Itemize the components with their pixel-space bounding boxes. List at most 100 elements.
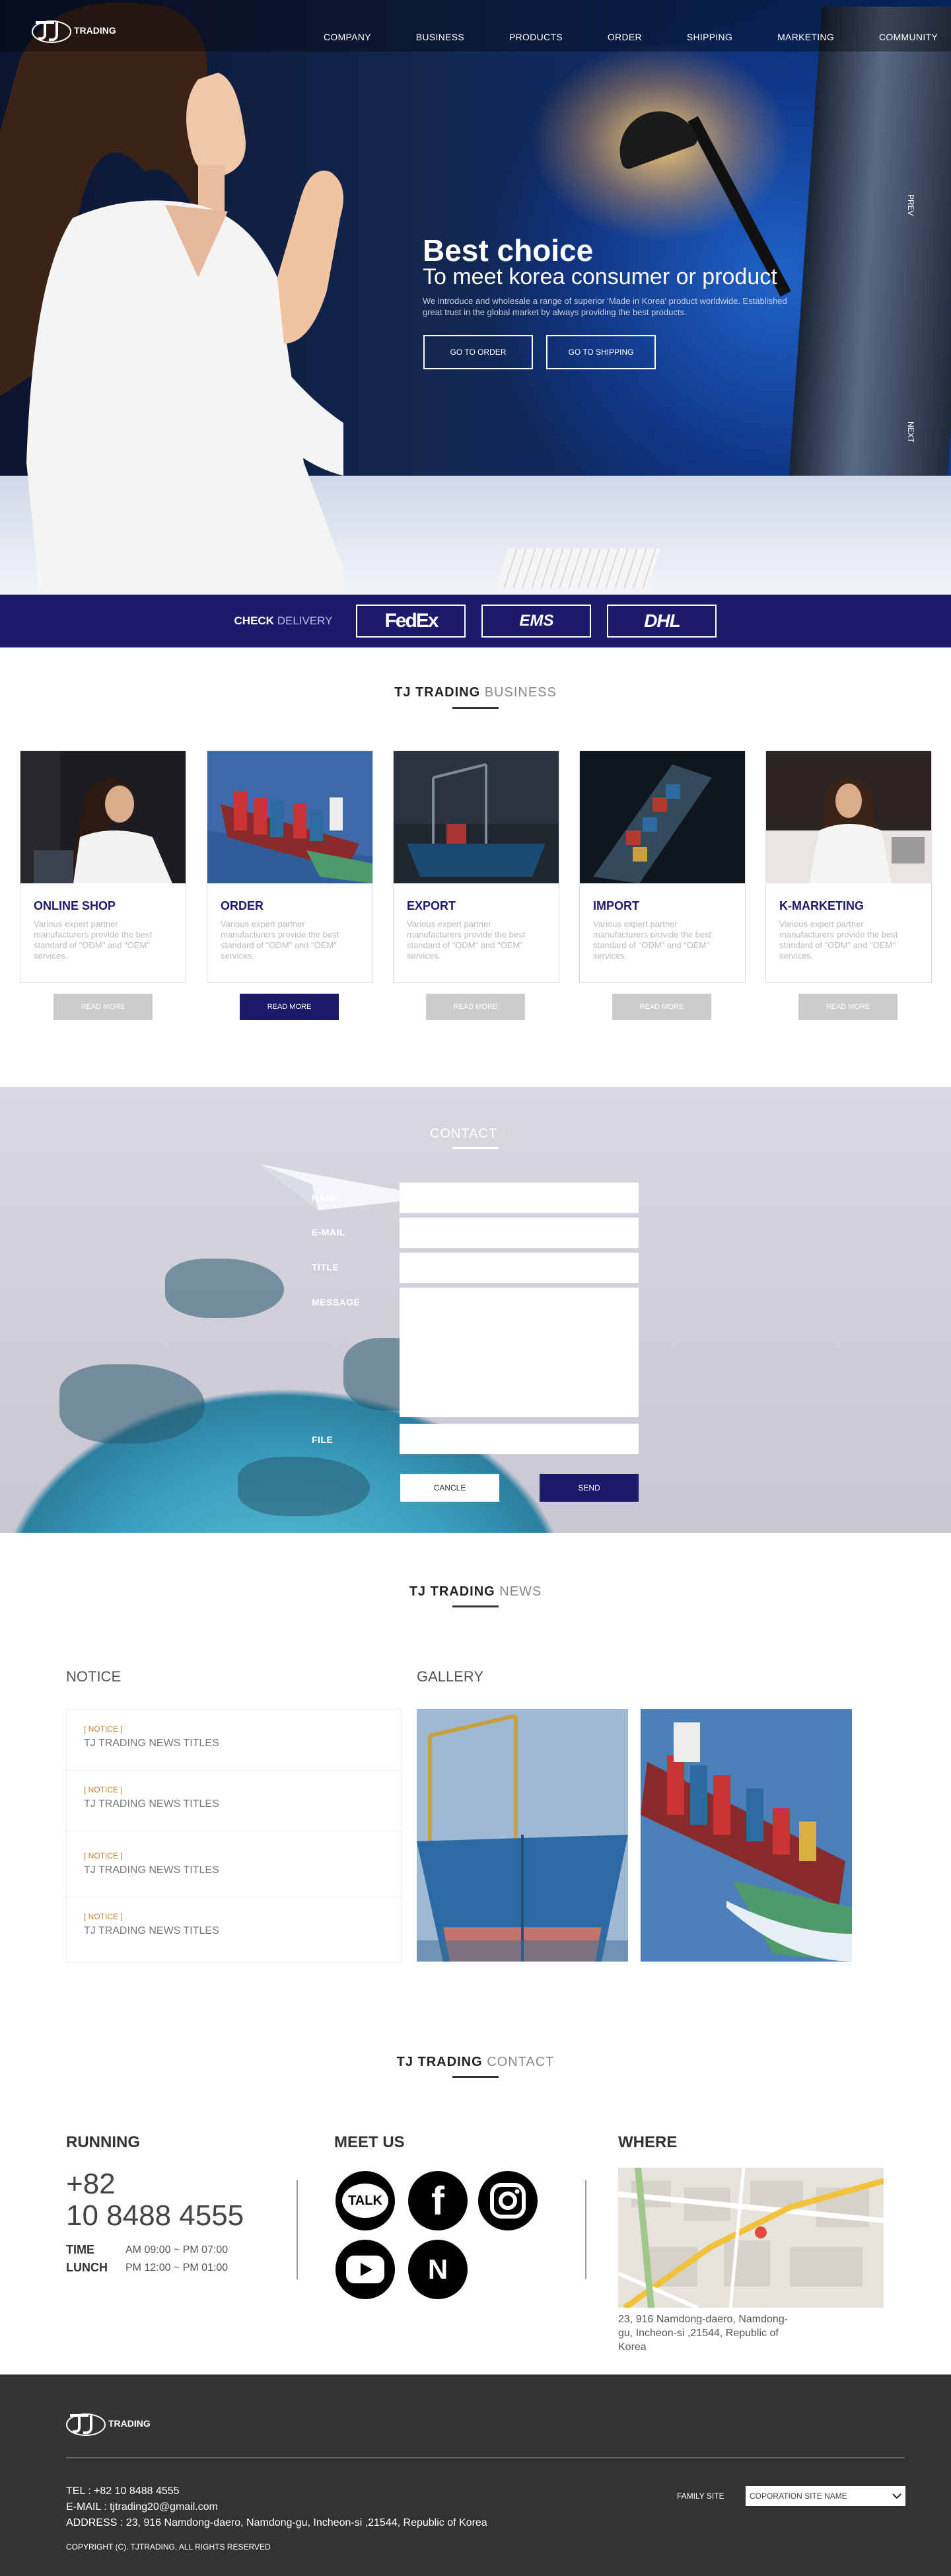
youtube-link[interactable]: [335, 2240, 395, 2299]
footer-copyright: COPYRIGHT (C). TJTRADING. ALL RIGHTS RES…: [66, 2542, 271, 2552]
family-site-label: FAMILY SITE: [677, 2491, 724, 2501]
where-heading: WHERE: [618, 2133, 678, 2151]
card-desc: Various expert partner manufacturers pro…: [779, 919, 898, 961]
facebook-icon: f: [431, 2178, 444, 2223]
logo-text: TRADING: [108, 2418, 151, 2429]
notice-item[interactable]: [ NOTICE ] TJ TRADING NEWS TITLES: [67, 1771, 401, 1831]
divider: [297, 2180, 298, 2279]
file-label: FILE: [312, 1434, 334, 1445]
meet-us-heading: MEET US: [334, 2133, 405, 2151]
read-more-button[interactable]: READ MORE: [240, 994, 339, 1020]
phone-line-2: 10 8488 4555: [66, 2199, 244, 2232]
footer-email: E-MAIL : tjtrading20@gmail.com: [66, 2501, 218, 2513]
card-title: ONLINE SHOP: [34, 899, 116, 912]
youtube-icon: [346, 2256, 384, 2283]
business-card-online-shop[interactable]: ONLINE SHOP Various expert partner manuf…: [20, 751, 186, 983]
business-card-k-marketing[interactable]: K-MARKETING Various expert partner manuf…: [765, 751, 932, 983]
phone-number: +82 10 8488 4555: [66, 2168, 244, 2232]
nav-shipping[interactable]: SHIPPING: [687, 32, 732, 42]
nav-order[interactable]: ORDER: [608, 32, 642, 42]
gallery-heading: GALLERY: [417, 1668, 484, 1685]
location-map[interactable]: [618, 2168, 884, 2308]
heading-underline: [452, 1605, 499, 1607]
tj-logo-icon: [66, 2413, 106, 2436]
card-title: IMPORT: [593, 899, 639, 912]
export-port-image: [394, 751, 559, 883]
facebook-link[interactable]: f: [408, 2171, 468, 2230]
gallery-image-container-ship[interactable]: [641, 1709, 852, 1962]
title-field[interactable]: [400, 1253, 639, 1283]
name-field[interactable]: [400, 1183, 639, 1213]
card-desc: Various expert partner manufacturers pro…: [407, 919, 526, 961]
read-more-button[interactable]: READ MORE: [53, 994, 153, 1020]
lamp-head-image: [608, 100, 699, 171]
message-label: MESSAGE: [312, 1297, 361, 1307]
business-card-order[interactable]: ORDER Various expert partner manufacture…: [207, 751, 373, 983]
go-to-shipping-button[interactable]: GO TO SHIPPING: [546, 335, 656, 369]
dhl-link[interactable]: DHL: [607, 605, 717, 638]
delivery-bar: CHECK DELIVERY FedEx EMS DHL: [0, 595, 951, 647]
family-site-select[interactable]: COPORATION SITE NAME: [746, 2486, 905, 2506]
gallery-image-ship-bow[interactable]: [417, 1709, 628, 1962]
notice-title: TJ TRADING NEWS TITLES: [84, 1864, 219, 1876]
card-desc: Various expert partner manufacturers pro…: [593, 919, 712, 961]
footer-tel: TEL : +82 10 8488 4555: [66, 2485, 180, 2497]
notice-tag: [ NOTICE ]: [84, 1912, 123, 1921]
notice-title: TJ TRADING NEWS TITLES: [84, 1925, 219, 1936]
site-logo[interactable]: TRADING: [32, 17, 116, 44]
heading-underline: [452, 2076, 499, 2078]
slider-prev[interactable]: PREV: [906, 194, 915, 216]
name-label: NAME: [312, 1193, 341, 1203]
footer-logo[interactable]: TRADING: [66, 2410, 151, 2437]
check-delivery-label: CHECK DELIVERY: [234, 614, 333, 627]
email-field[interactable]: [400, 1218, 639, 1248]
running-heading: RUNNING: [66, 2133, 140, 2151]
heading-underline: [452, 1147, 499, 1149]
nav-business[interactable]: BUSINESS: [416, 32, 464, 42]
kakaotalk-link[interactable]: TALK: [335, 2171, 395, 2230]
woman-photo: [0, 2, 343, 595]
lunch-label: LUNCH: [66, 2261, 108, 2274]
order-ship-image: [207, 751, 372, 883]
naver-link[interactable]: N: [408, 2240, 468, 2299]
ems-link[interactable]: EMS: [481, 605, 592, 638]
file-field[interactable]: [400, 1424, 639, 1454]
nav-bar: [0, 0, 951, 52]
notice-title: TJ TRADING NEWS TITLES: [84, 1798, 219, 1810]
notice-title: TJ TRADING NEWS TITLES: [84, 1738, 219, 1749]
go-to-order-button[interactable]: GO TO ORDER: [423, 335, 533, 369]
footer-divider: [66, 2457, 905, 2458]
news-heading: TJ TRADING NEWS: [409, 1584, 542, 1599]
nav-marketing[interactable]: MARKETING: [777, 32, 834, 42]
slider-next[interactable]: NEXT: [906, 422, 915, 443]
email-label: E-MAIL: [312, 1227, 346, 1237]
read-more-button[interactable]: READ MORE: [612, 994, 711, 1020]
globe-land: [165, 1259, 284, 1318]
keyboard-image: [495, 548, 660, 588]
notice-item[interactable]: [ NOTICE ] TJ TRADING NEWS TITLES: [67, 1897, 401, 1958]
nav-products[interactable]: PRODUCTS: [509, 32, 563, 42]
time-value: AM 09:00 ~ PM 07:00: [125, 2244, 229, 2256]
instagram-link[interactable]: [478, 2171, 538, 2230]
message-field[interactable]: [400, 1288, 639, 1417]
cancel-button[interactable]: CANCLE: [400, 1474, 499, 1502]
nav-community[interactable]: COMMUNITY: [879, 32, 938, 42]
hero-title: Best choice: [423, 233, 594, 268]
notice-item[interactable]: [ NOTICE ] TJ TRADING NEWS TITLES: [67, 1837, 401, 1897]
read-more-button[interactable]: READ MORE: [798, 994, 898, 1020]
address-text: 23, 916 Namdong-daero, Namdong-gu, Inche…: [618, 2314, 789, 2353]
logo-text: TRADING: [74, 25, 116, 36]
tj-logo-icon: [32, 20, 71, 43]
notice-item[interactable]: [ NOTICE ] TJ TRADING NEWS TITLES: [67, 1710, 401, 1771]
notice-tag: [ NOTICE ]: [84, 1851, 123, 1860]
fedex-link[interactable]: FedEx: [356, 605, 466, 638]
online-shop-image: [20, 751, 186, 883]
notice-tag: [ NOTICE ]: [84, 1785, 123, 1794]
business-card-export[interactable]: EXPORT Various expert partner manufactur…: [393, 751, 559, 983]
business-heading: TJ TRADING BUSINESS: [394, 685, 557, 700]
send-button[interactable]: SEND: [540, 1474, 639, 1502]
read-more-button[interactable]: READ MORE: [426, 994, 525, 1020]
nav-company[interactable]: COMPANY: [324, 32, 371, 42]
card-title: ORDER: [221, 899, 264, 912]
business-card-import[interactable]: IMPORT Various expert partner manufactur…: [579, 751, 746, 983]
